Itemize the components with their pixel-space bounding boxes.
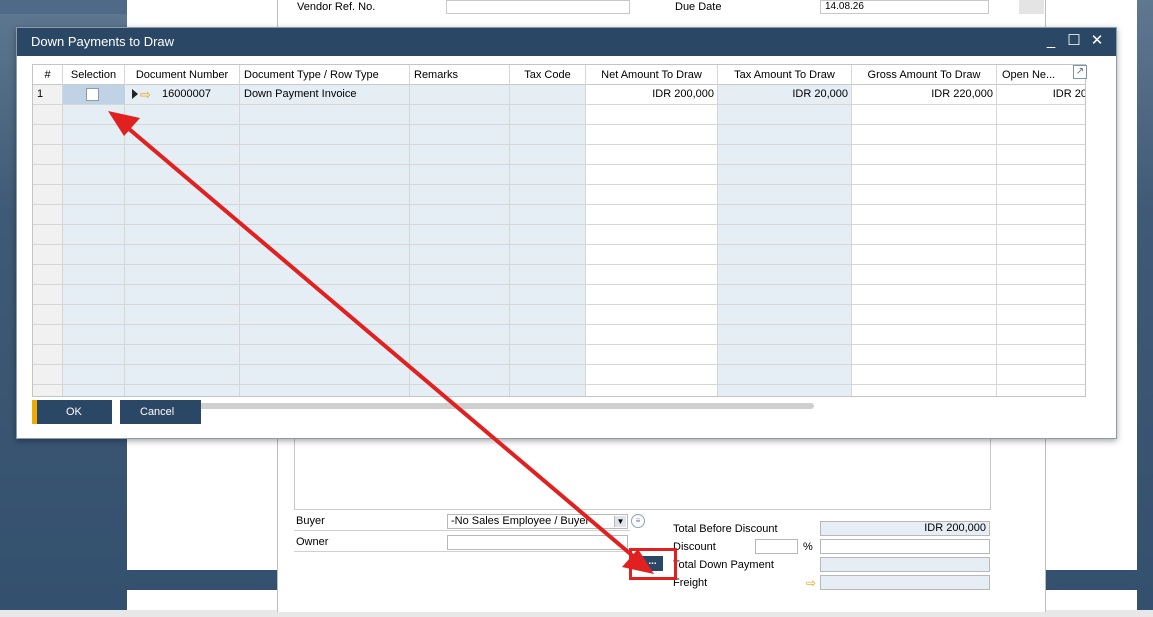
document-number-value: 16000007 [162,88,211,100]
col-header-gross-amount[interactable]: Gross Amount To Draw [852,65,996,85]
total-before-discount-label: Total Before Discount [673,523,778,535]
link-arrow-icon[interactable]: ⇨ [140,86,151,103]
expand-grid-icon[interactable]: ↗ [1073,65,1087,79]
down-payments-dialog: Down Payments to Draw _ ☐ ✕ # 1 Selectio… [16,27,1117,439]
expand-row-icon[interactable] [132,89,138,99]
ok-button[interactable]: OK [32,400,112,424]
discount-percent-field[interactable] [755,539,798,554]
net-amount-cell[interactable]: IDR 200,000 [586,85,718,104]
gross-amount-cell[interactable]: IDR 220,000 [852,85,997,104]
form-scrollbar[interactable] [1019,0,1044,14]
col-remarks: Remarks [410,65,510,396]
vendor-ref-label: Vendor Ref. No. [297,1,376,13]
grid-row-line [33,164,1085,165]
buyer-select-value: -No Sales Employee / Buyer- [451,515,593,527]
owner-field[interactable] [447,535,628,550]
freight-field [820,575,990,590]
annotation-highlight-box [629,548,677,580]
grid-row-line [33,264,1085,265]
col-tax-amount: Tax Amount To Draw IDR 20,000 [718,65,852,396]
discount-label: Discount [673,541,716,553]
col-gross-amount: Gross Amount To Draw IDR 220,000 [852,65,997,396]
selection-cell[interactable] [63,85,125,104]
down-payments-grid: # 1 Selection Document Number ⇨ 16000007… [32,64,1086,397]
grid-row-line [33,104,1085,105]
col-header-row-number: # [33,65,62,85]
col-row-number: # 1 [33,65,63,396]
tax-amount-cell: IDR 20,000 [792,88,848,100]
grid-row-line [33,344,1085,345]
document-number-cell: ⇨ 16000007 [125,85,240,104]
grid-row-line [33,384,1085,385]
total-before-discount-field: IDR 200,000 [820,521,990,536]
grid-row-line [33,204,1085,205]
grid-row-line [33,144,1085,145]
total-down-payment-field [820,557,990,572]
due-date-label: Due Date [675,1,722,13]
owner-label: Owner [296,536,329,548]
grid-row-line [33,284,1085,285]
dialog-title: Down Payments to Draw [31,34,175,49]
dialog-title-bar[interactable]: Down Payments to Draw _ ☐ ✕ [17,28,1116,56]
discount-amount-field[interactable] [820,539,990,554]
grid-row-line [33,224,1085,225]
minimize-icon[interactable]: _ [1041,31,1061,51]
grid-row-line [33,324,1085,325]
freight-link-arrow-icon[interactable]: ⇨ [806,577,816,589]
horizontal-scroll-thumb[interactable] [160,403,814,409]
col-header-tax-code[interactable]: Tax Code [510,65,585,85]
col-net-amount: Net Amount To Draw IDR 200,000 [586,65,718,396]
buyer-underline [294,530,630,531]
col-header-net-amount[interactable]: Net Amount To Draw [586,65,717,85]
owner-underline [294,551,630,552]
grid-row-line [33,124,1085,125]
row-number-cell: 1 [37,88,44,100]
remarks-area[interactable] [294,436,991,510]
buyer-select[interactable]: -No Sales Employee / Buyer- ▼ [447,514,628,529]
chevron-down-icon: ▼ [614,516,626,527]
buyer-label: Buyer [296,515,325,527]
col-header-selection[interactable]: Selection [63,65,124,85]
col-tax-code: Tax Code [510,65,586,396]
grid-row-line [33,364,1085,365]
vendor-ref-field[interactable] [446,0,630,14]
col-document-number: Document Number ⇨ 16000007 [125,65,240,396]
close-icon[interactable]: ✕ [1087,31,1107,51]
info-icon[interactable]: ≡ [631,514,645,528]
grid-row-line [33,184,1085,185]
grid-row-line [33,244,1085,245]
col-selection: Selection [63,65,125,396]
total-down-payment-label: Total Down Payment [673,559,774,571]
freight-label: Freight [673,577,708,589]
document-type-cell: Down Payment Invoice [244,88,357,100]
maximize-icon[interactable]: ☐ [1064,31,1084,51]
due-date-field[interactable]: 14.08.26 [820,0,989,14]
col-open-net: Open Ne... IDR 20 [997,65,1086,396]
col-header-tax-amount[interactable]: Tax Amount To Draw [718,65,851,85]
open-net-cell: IDR 20 [1052,88,1086,100]
selection-checkbox[interactable] [86,88,99,101]
percent-label: % [803,541,813,553]
col-header-document-number[interactable]: Document Number [125,65,239,85]
grid-row-line [33,304,1085,305]
col-header-document-type[interactable]: Document Type / Row Type [240,65,409,85]
col-document-type: Document Type / Row Type Down Payment In… [240,65,410,396]
cancel-button[interactable]: Cancel [120,400,201,424]
col-header-remarks[interactable]: Remarks [410,65,509,85]
background-panel [0,0,127,14]
